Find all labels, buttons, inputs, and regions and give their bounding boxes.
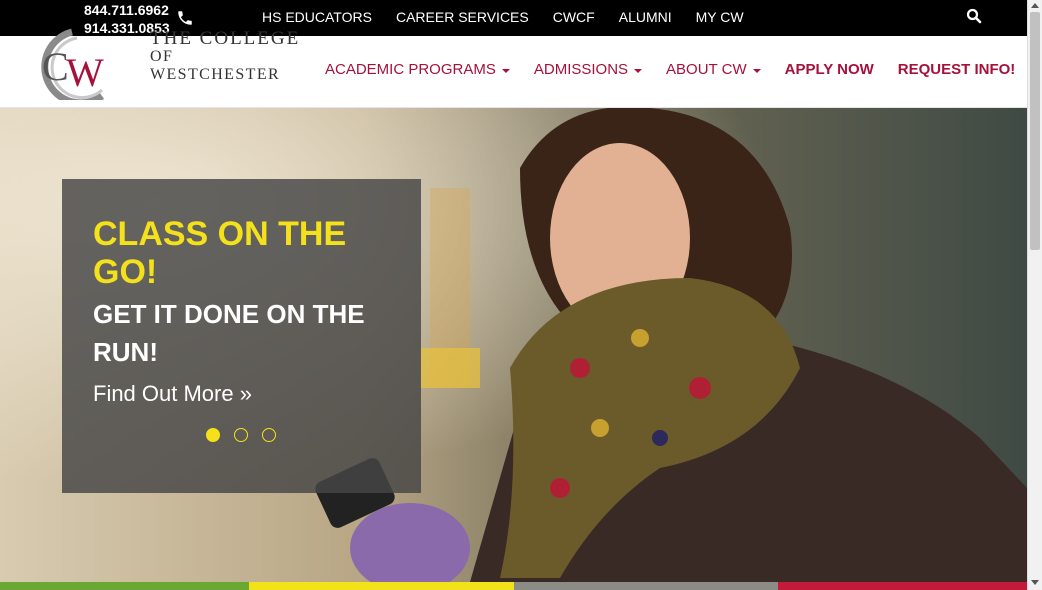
nav-about-cw-label: ABOUT CW [666,61,747,78]
site-header: C W THE COLLEGE OF WESTCHESTER ACADEMIC … [0,28,1027,108]
carousel-dot-1[interactable] [206,428,220,442]
utility-link-cwcf[interactable]: CWCF [553,8,595,26]
hero-carousel: CLASS ON THE GO! GET IT DONE ON THE RUN!… [0,108,1027,582]
logo-wordmark: THE COLLEGE OF WESTCHESTER [150,28,302,84]
strip-gray [514,582,778,590]
hero-headline: CLASS ON THE GO! [93,215,347,291]
caret-down-icon [752,68,761,73]
nav-admissions-label: ADMISSIONS [533,61,629,78]
utility-link-alumni[interactable]: ALUMNI [619,8,672,26]
nav-academic-programs[interactable]: ACADEMIC PROGRAMS [325,61,510,78]
nav-request-info[interactable]: REQUEST INFO! [898,61,1016,78]
find-out-more-link[interactable]: Find Out More » [93,381,252,407]
strip-green [0,582,249,590]
utility-link-my-cw[interactable]: MY CW [696,8,744,26]
caret-down-icon [634,68,643,73]
utility-link-career-services[interactable]: CAREER SERVICES [396,8,529,26]
strip-red [778,582,1027,590]
logo-line-1: THE COLLEGE [150,28,301,49]
nav-apply-now[interactable]: APPLY NOW [785,61,874,78]
logo-line-2: OF WESTCHESTER [150,48,281,83]
caret-down-icon [501,68,510,73]
main-nav: ACADEMIC PROGRAMS ADMISSIONS ABOUT CW AP… [325,61,1039,78]
carousel-indicators [206,428,276,442]
search-icon[interactable] [965,7,983,25]
scroll-up-arrow-icon[interactable] [1031,3,1039,8]
nav-admissions[interactable]: ADMISSIONS [533,61,643,78]
hero-subheadline: GET IT DONE ON THE RUN! [93,299,365,367]
nav-academic-programs-label: ACADEMIC PROGRAMS [325,61,496,78]
logo-monogram: C W [41,28,105,107]
svg-text:C: C [42,44,69,89]
svg-text:W: W [66,50,104,95]
utility-nav: HS EDUCATORS CAREER SERVICES CWCF ALUMNI… [262,8,744,26]
nav-about-cw[interactable]: ABOUT CW [666,61,761,78]
vertical-scrollbar[interactable] [1027,0,1042,590]
strip-yellow [249,582,514,590]
color-strip [0,582,1027,590]
scrollbar-thumb[interactable] [1030,12,1040,250]
scroll-down-arrow-icon[interactable] [1031,580,1039,585]
phone-number-1[interactable]: 844.711.6962 [84,1,170,19]
hero-caption-panel: CLASS ON THE GO! GET IT DONE ON THE RUN!… [62,179,421,493]
carousel-dot-2[interactable] [234,428,248,442]
carousel-dot-3[interactable] [262,428,276,442]
college-logo[interactable]: C W THE COLLEGE OF WESTCHESTER [22,18,302,107]
